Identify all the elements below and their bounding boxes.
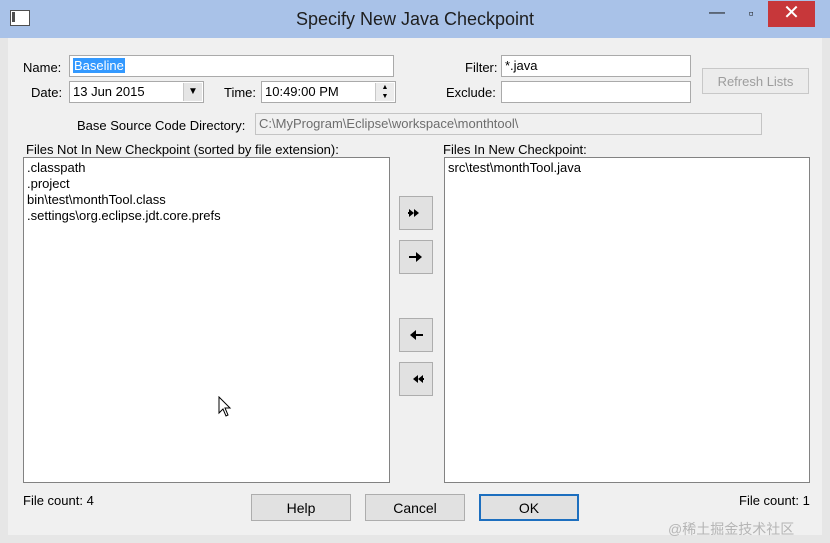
watermark: @稀土掘金技术社区 [668, 521, 795, 537]
refresh-lists-button[interactable]: Refresh Lists [702, 68, 809, 94]
list-item[interactable]: .project [27, 176, 386, 192]
time-spinner[interactable]: ▲ ▼ [375, 83, 394, 101]
name-label: Name: [23, 60, 62, 75]
ok-button[interactable]: OK [479, 494, 579, 521]
mouse-cursor-icon [218, 396, 232, 417]
move-all-right-button[interactable] [399, 196, 433, 230]
date-picker[interactable]: 13 Jun 2015 ▼ [69, 81, 204, 103]
move-all-right-icon [408, 209, 419, 217]
list-item[interactable]: .settings\org.eclipse.jdt.core.prefs [27, 208, 386, 224]
list-item[interactable]: bin\test\monthTool.class [27, 192, 386, 208]
exclude-input[interactable] [501, 81, 691, 103]
filter-label: Filter: [465, 60, 498, 75]
close-icon[interactable]: ✕ [768, 1, 815, 27]
spin-up-icon[interactable]: ▲ [376, 83, 394, 92]
move-all-left-button[interactable] [399, 362, 433, 396]
move-all-left-icon [413, 375, 424, 383]
right-list-label: Files In New Checkpoint: [443, 142, 587, 157]
base-dir-value: C:\MyProgram\Eclipse\workspace\monthtool… [259, 116, 519, 131]
left-list-label: Files Not In New Checkpoint (sorted by f… [26, 142, 339, 157]
move-left-icon [410, 330, 423, 340]
list-item[interactable]: .classpath [27, 160, 386, 176]
title-bar[interactable]: Specify New Java Checkpoint — ▫ ✕ [0, 0, 830, 38]
files-not-in-checkpoint-list[interactable]: .classpath .project bin\test\monthTool.c… [23, 157, 390, 483]
list-item[interactable]: src\test\monthTool.java [448, 160, 806, 176]
date-label: Date: [31, 85, 63, 100]
minimize-icon[interactable]: — [700, 1, 734, 27]
left-file-count: File count: 4 [23, 493, 94, 508]
name-value: Baseline [73, 58, 125, 73]
base-dir-label: Base Source Code Directory: [77, 118, 246, 133]
base-dir-field: C:\MyProgram\Eclipse\workspace\monthtool… [255, 113, 762, 135]
time-picker[interactable]: 10:49:00 PM ▲ ▼ [261, 81, 396, 103]
time-label: Time: [224, 85, 257, 100]
filter-value: *.java [505, 58, 538, 73]
cancel-button[interactable]: Cancel [365, 494, 465, 521]
date-value: 13 Jun 2015 [73, 84, 145, 99]
right-file-count: File count: 1 [739, 493, 810, 508]
exclude-label: Exclude: [446, 85, 496, 100]
maximize-icon[interactable]: ▫ [734, 1, 768, 27]
dialog-client: Name: Baseline Date: 13 Jun 2015 ▼ Time:… [8, 38, 822, 535]
spin-down-icon[interactable]: ▼ [376, 92, 394, 101]
chevron-down-icon[interactable]: ▼ [183, 83, 202, 101]
time-value: 10:49:00 PM [265, 84, 339, 99]
move-right-button[interactable] [399, 240, 433, 274]
move-right-icon [409, 252, 422, 262]
move-left-button[interactable] [399, 318, 433, 352]
name-input[interactable]: Baseline [69, 55, 394, 77]
files-in-checkpoint-list[interactable]: src\test\monthTool.java [444, 157, 810, 483]
filter-input[interactable]: *.java [501, 55, 691, 77]
help-button[interactable]: Help [251, 494, 351, 521]
